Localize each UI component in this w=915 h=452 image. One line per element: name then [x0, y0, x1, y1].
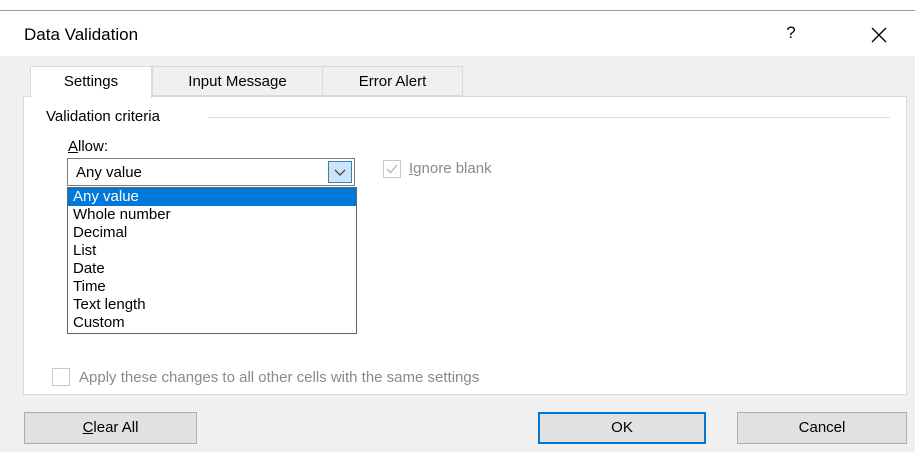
option-custom[interactable]: Custom [68, 314, 356, 332]
clear-all-mnemonic: C [82, 419, 94, 436]
option-date[interactable]: Date [68, 260, 356, 278]
tab-input-message[interactable]: Input Message [152, 66, 323, 96]
tab-settings[interactable]: Settings [30, 66, 152, 98]
close-icon [871, 27, 887, 43]
option-any-value[interactable]: Any value [68, 188, 356, 206]
allow-dropdown-list[interactable]: Any value Whole number Decimal List Date… [67, 187, 357, 334]
allow-label: Allow: [68, 138, 108, 155]
apply-all-label: Apply these changes to all other cells w… [79, 369, 480, 386]
clear-all-text: lear All [93, 419, 139, 436]
chevron-down-icon [334, 169, 346, 176]
apply-all-checkbox[interactable] [52, 368, 70, 386]
ignore-blank-label: Ignore blank [409, 160, 492, 177]
close-button[interactable] [866, 22, 892, 48]
option-whole-number[interactable]: Whole number [68, 206, 356, 224]
allow-combobox[interactable]: Any value [67, 158, 355, 186]
ignore-blank-text: gnore blank [413, 160, 492, 177]
dialog-title: Data Validation [24, 25, 139, 44]
group-divider [208, 117, 890, 118]
allow-selected-value: Any value [76, 164, 142, 181]
allow-label-text: llow: [78, 138, 109, 155]
cancel-button[interactable]: Cancel [737, 412, 907, 444]
ignore-blank-checkbox[interactable] [383, 160, 401, 178]
checkmark-icon [386, 164, 398, 174]
help-button[interactable]: ? [780, 22, 802, 44]
dropdown-button[interactable] [328, 161, 352, 183]
option-text-length[interactable]: Text length [68, 296, 356, 314]
tab-error-alert[interactable]: Error Alert [322, 66, 463, 96]
allow-mnemonic: A [68, 138, 79, 155]
option-time[interactable]: Time [68, 278, 356, 296]
clear-all-button[interactable]: Clear All [24, 412, 197, 444]
ok-button[interactable]: OK [538, 412, 706, 444]
validation-criteria-label: Validation criteria [46, 108, 166, 125]
option-decimal[interactable]: Decimal [68, 224, 356, 242]
option-list[interactable]: List [68, 242, 356, 260]
